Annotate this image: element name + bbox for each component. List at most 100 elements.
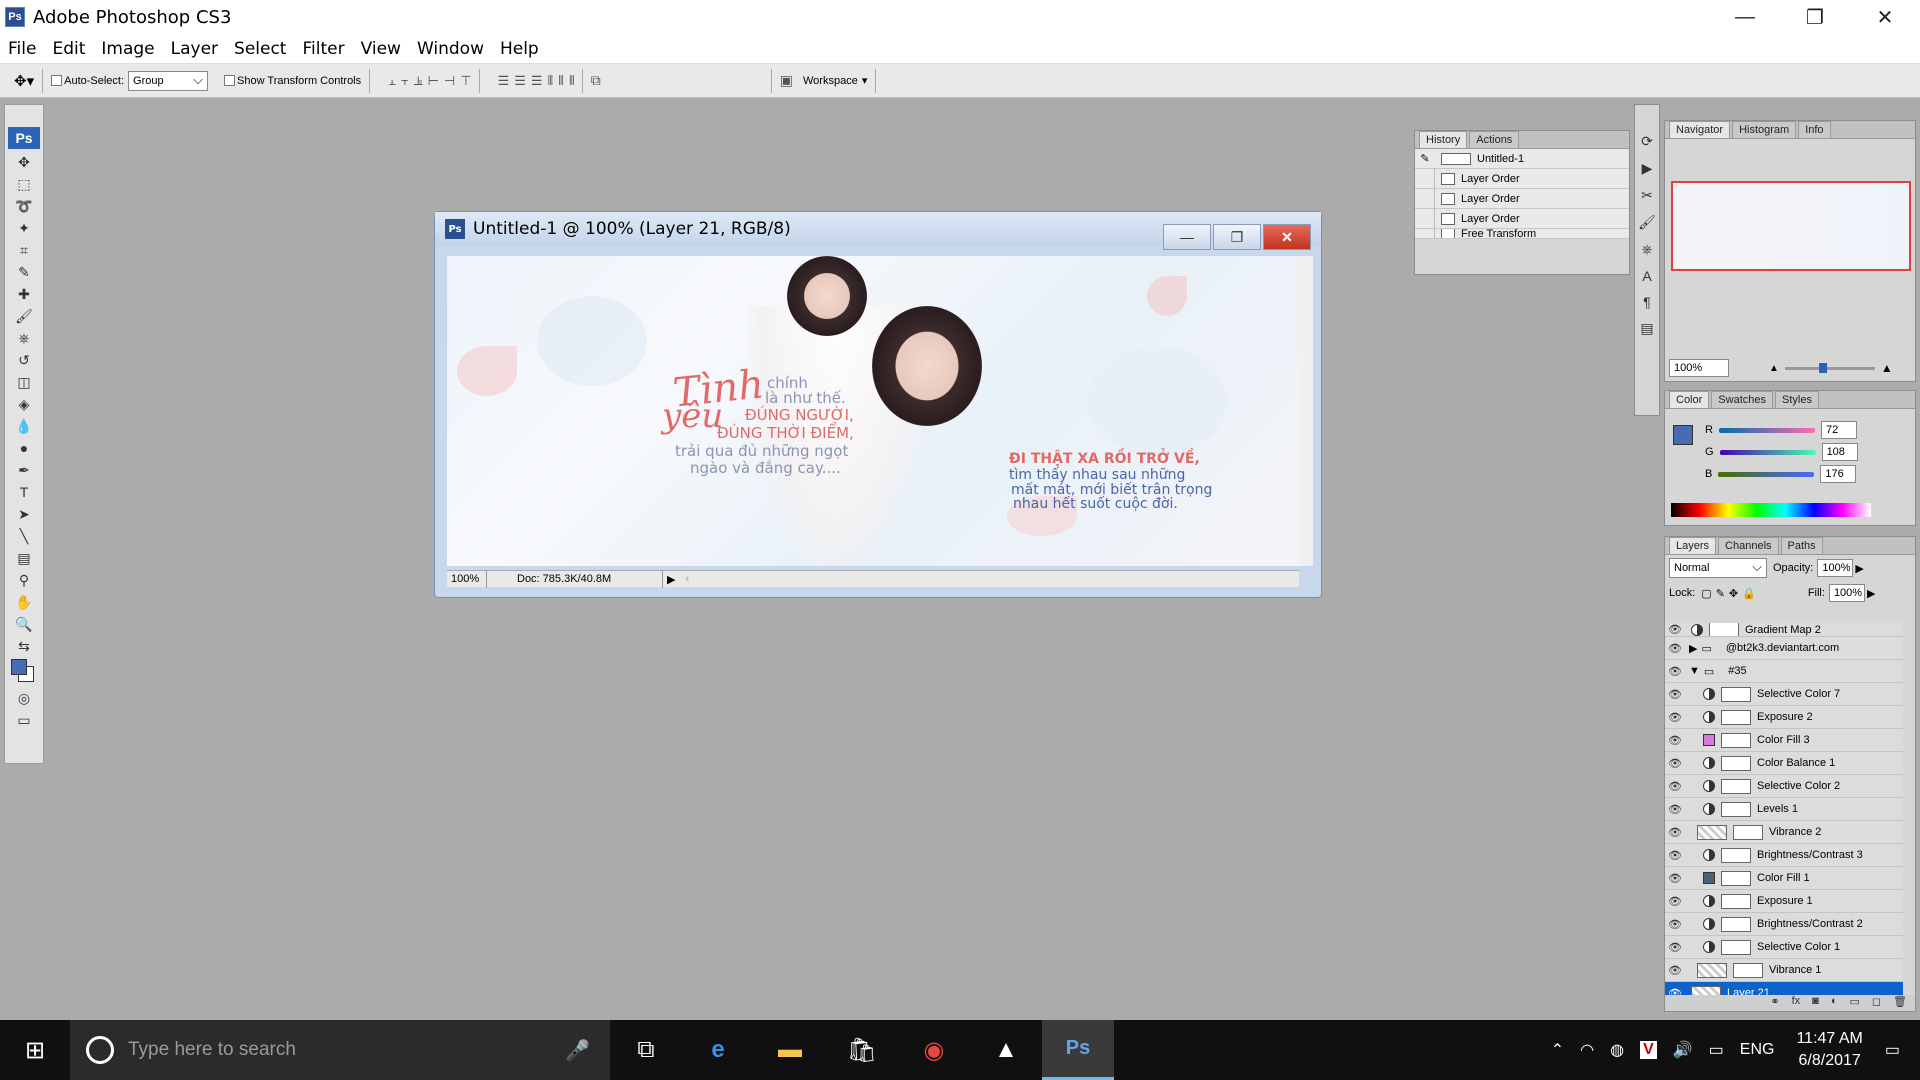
layer-row[interactable]: 👁 Color Fill 3	[1665, 729, 1903, 752]
tab-channels[interactable]: Channels	[1718, 537, 1779, 554]
navigator-preview[interactable]	[1671, 181, 1911, 271]
distribute-left-icon[interactable]: ⦀	[548, 73, 554, 89]
doc-zoom-field[interactable]: 100%	[447, 570, 487, 588]
menu-view[interactable]: View	[353, 39, 409, 59]
align-buttons[interactable]: ⫠ ⫟ ⫡ ⊢ ⊣ ⊤	[388, 73, 471, 89]
layer-row[interactable]: 👁 Exposure 1	[1665, 890, 1903, 913]
layer-row[interactable]: 👁 Selective Color 7	[1665, 683, 1903, 706]
visibility-eye-icon[interactable]: 👁	[1665, 757, 1685, 770]
tab-navigator[interactable]: Navigator	[1669, 121, 1731, 138]
auto-select-checkbox[interactable]	[51, 75, 63, 86]
collapse-arrow-icon[interactable]: ▼	[1689, 665, 1700, 677]
actions-panel-icon[interactable]: ▶	[1642, 160, 1653, 177]
taskbar-search[interactable]: Type here to search 🎤	[70, 1020, 610, 1080]
tab-info[interactable]: Info	[1798, 121, 1831, 138]
swap-colors-icon[interactable]: ⇆	[5, 635, 43, 657]
status-menu-arrow-icon[interactable]: ▶	[667, 573, 675, 586]
layer-row[interactable]: 👁 Levels 1	[1665, 798, 1903, 821]
visibility-eye-icon[interactable]: 👁	[1665, 826, 1685, 839]
history-brush-tool-icon[interactable]: ↺	[5, 349, 43, 371]
dodge-tool-icon[interactable]: ●	[5, 437, 43, 459]
fill-arrow-icon[interactable]: ▶	[1867, 587, 1875, 600]
expand-arrow-icon[interactable]: ▶	[1689, 642, 1697, 655]
document-window[interactable]: Ps Untitled-1 @ 100% (Layer 21, RGB/8) —…	[434, 211, 1322, 598]
layer-row[interactable]: 👁 Vibrance 2	[1665, 821, 1903, 844]
microphone-icon[interactable]: 🎤	[565, 1038, 590, 1063]
layer-row[interactable]: 👁 Gradient Map 2	[1665, 623, 1903, 637]
network-globe-icon[interactable]: ◍	[1610, 1040, 1624, 1060]
layer-row[interactable]: 👁 Color Fill 1	[1665, 867, 1903, 890]
canvas-artwork[interactable]: Tình yêu chính là như thế. ĐÚNG NGƯỜI, Đ…	[447, 256, 1299, 566]
crop-tool-icon[interactable]: ⌗	[5, 239, 43, 261]
delete-layer-icon[interactable]: 🗑	[1893, 995, 1907, 1011]
battery-icon[interactable]: ▭	[1709, 1040, 1724, 1060]
visibility-eye-icon[interactable]: 👁	[1665, 642, 1685, 655]
file-explorer-icon[interactable]: ▬	[754, 1020, 826, 1080]
layer-group-row[interactable]: 👁 ▶ ▭ @bt2k3.deviantart.com	[1665, 637, 1903, 660]
fill-field[interactable]: 100%	[1828, 584, 1865, 602]
menu-edit[interactable]: Edit	[44, 39, 93, 59]
menu-file[interactable]: File	[0, 39, 44, 59]
add-mask-icon[interactable]: ◙	[1812, 995, 1819, 1011]
magic-wand-tool-icon[interactable]: ✦	[5, 217, 43, 239]
color-panel-foreground-swatch[interactable]	[1673, 425, 1693, 445]
distribute-buttons[interactable]: ☰ ☰ ☰ ⦀ ⦀ ⦀	[498, 73, 575, 89]
red-value[interactable]: 72	[1820, 421, 1857, 439]
menu-help[interactable]: Help	[492, 39, 547, 59]
zoom-slider-thumb[interactable]	[1818, 362, 1827, 373]
layers-list[interactable]: 👁 Gradient Map 2 👁 ▶ ▭ @bt2k3.deviantart.com…	[1665, 623, 1903, 1015]
history-snapshot[interactable]: ✎ Untitled-1	[1415, 149, 1629, 169]
lock-options-icon[interactable]: ▢✎✥🔒	[1701, 587, 1760, 600]
visibility-eye-icon[interactable]: 👁	[1665, 780, 1685, 793]
distribute-right-icon[interactable]: ⦀	[569, 73, 575, 89]
pen-tool-icon[interactable]: ✒	[5, 459, 43, 481]
green-value[interactable]: 108	[1821, 443, 1858, 461]
quick-mask-icon[interactable]: ◎	[5, 687, 43, 709]
zoom-out-icon[interactable]: ▲	[1769, 363, 1779, 374]
clone-stamp-tool-icon[interactable]: ⎈	[5, 327, 43, 349]
line-tool-icon[interactable]: ╲	[5, 525, 43, 547]
distribute-top-icon[interactable]: ☰	[498, 73, 510, 89]
distribute-hcenter-icon[interactable]: ⦀	[558, 73, 564, 89]
distribute-bottom-icon[interactable]: ☰	[531, 73, 543, 89]
clone-source-icon[interactable]: ⎈	[1641, 241, 1652, 258]
zoom-tool-icon[interactable]: 🔍	[5, 613, 43, 635]
visibility-eye-icon[interactable]: 👁	[1665, 941, 1685, 954]
visibility-eye-icon[interactable]: 👁	[1665, 711, 1685, 724]
auto-select-option[interactable]: Auto-Select:	[51, 75, 124, 87]
opacity-field[interactable]: 100%	[1817, 559, 1854, 577]
layer-style-icon[interactable]: fx	[1792, 995, 1801, 1011]
menu-select[interactable]: Select	[226, 39, 294, 59]
menu-layer[interactable]: Layer	[163, 39, 226, 59]
screen-mode-icon[interactable]: ▭	[5, 709, 43, 731]
workspace-chevron-down-icon[interactable]: ▾	[862, 74, 868, 87]
red-slider[interactable]	[1718, 427, 1815, 433]
minimize-button[interactable]: —	[1710, 0, 1780, 34]
visibility-eye-icon[interactable]: 👁	[1665, 623, 1685, 636]
visibility-eye-icon[interactable]: 👁	[1665, 734, 1685, 747]
slice-tool-icon[interactable]: ✎	[5, 261, 43, 283]
layer-row[interactable]: 👁 Exposure 2	[1665, 706, 1903, 729]
chrome-icon[interactable]: ◉	[898, 1020, 970, 1080]
distribute-vcenter-icon[interactable]: ☰	[514, 73, 526, 89]
align-vcenter-icon[interactable]: ⫟	[401, 73, 409, 89]
wifi-icon[interactable]: ◠	[1580, 1040, 1594, 1060]
visibility-eye-icon[interactable]: 👁	[1665, 688, 1685, 701]
close-button[interactable]: ✕	[1850, 0, 1920, 34]
history-brush-source-icon[interactable]: ✎	[1415, 152, 1435, 165]
edge-browser-icon[interactable]: e	[682, 1020, 754, 1080]
tab-paths[interactable]: Paths	[1780, 537, 1823, 554]
history-item[interactable]: Layer Order	[1415, 188, 1629, 209]
type-tool-icon[interactable]: T	[5, 481, 43, 503]
visibility-eye-icon[interactable]: 👁	[1665, 918, 1685, 931]
history-item[interactable]: Free Transform	[1415, 229, 1629, 239]
align-left-icon[interactable]: ⊢	[428, 73, 439, 89]
layer-row[interactable]: 👁 Brightness/Contrast 3	[1665, 844, 1903, 867]
language-indicator[interactable]: ENG	[1740, 1041, 1775, 1059]
layer-row[interactable]: 👁 Brightness/Contrast 2	[1665, 913, 1903, 936]
photos-icon[interactable]: ▲	[970, 1020, 1042, 1080]
doc-restore-button[interactable]: ❐	[1213, 224, 1261, 250]
zoom-in-icon[interactable]: ▲	[1881, 361, 1893, 375]
visibility-eye-icon[interactable]: 👁	[1665, 872, 1685, 885]
color-swatches[interactable]	[5, 657, 43, 687]
